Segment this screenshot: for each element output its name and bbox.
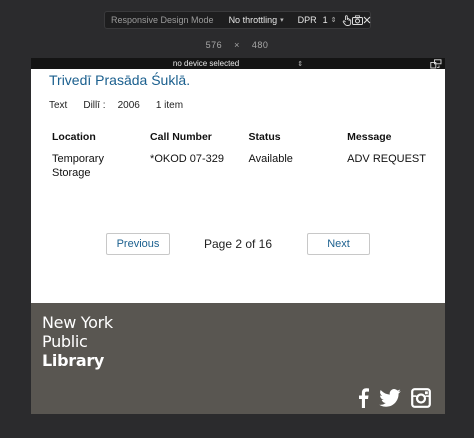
- device-viewport: no device selected ⇕ Trivedī Prasāda Śuk…: [31, 58, 445, 414]
- up-down-caret-icon: ⇕: [297, 60, 304, 68]
- screenshot-icon[interactable]: [351, 12, 363, 28]
- status-cell: Available: [248, 153, 293, 165]
- up-down-caret-icon: ⇕: [330, 17, 337, 24]
- record-meta: Text Dillī : 2006 1 item: [49, 100, 199, 111]
- viewport-width[interactable]: 576: [206, 40, 223, 50]
- pagination: Page 2 of 16 Previous Next: [31, 233, 445, 257]
- responsive-design-toolbar: Responsive Design Mode No throttling ▾ D…: [104, 11, 371, 29]
- site-footer: New York Public Library: [31, 303, 445, 414]
- column-header-location: Location: [52, 131, 96, 143]
- throttling-label: No throttling: [228, 15, 278, 25]
- holdings-table: Location Call Number Status Message Temp…: [46, 128, 445, 180]
- record-item-count: 1 item: [155, 100, 184, 111]
- dropdown-caret-icon: ▾: [280, 17, 284, 24]
- location-line: Temporary: [52, 153, 104, 165]
- viewport-height[interactable]: 480: [252, 40, 269, 50]
- page-info: Page 2 of 16: [203, 237, 273, 251]
- record-year: 2006: [117, 100, 140, 111]
- logo-line: New York: [42, 313, 113, 332]
- location-cell: Temporary Storage: [46, 149, 144, 180]
- location-line: Storage: [52, 167, 91, 179]
- next-button[interactable]: Next: [307, 233, 370, 255]
- table-row: Temporary Storage *OKOD 07-329 Available…: [46, 149, 445, 180]
- dpr-label: DPR: [297, 15, 317, 25]
- nypl-logo[interactable]: New York Public Library: [42, 313, 113, 370]
- logo-line: Library: [42, 351, 105, 370]
- message-cell: ADV REQUEST: [347, 153, 426, 165]
- record-title[interactable]: Trivedī Prasāda Śuklā.: [49, 72, 190, 88]
- column-header-status: Status: [248, 131, 281, 143]
- record-place: Dillī :: [83, 100, 106, 111]
- toolbar-title: Responsive Design Mode: [111, 15, 214, 25]
- social-links: [347, 388, 431, 408]
- logo-line: Public: [42, 332, 88, 351]
- record-type: Text: [49, 100, 68, 111]
- table-header-row: Location Call Number Status Message: [46, 128, 445, 149]
- device-bar: no device selected ⇕: [31, 58, 445, 69]
- device-label: no device selected: [172, 59, 240, 68]
- touch-icon[interactable]: [342, 12, 352, 28]
- column-header-message: Message: [347, 131, 392, 143]
- close-icon[interactable]: [363, 12, 371, 28]
- call-number-cell: *OKOD 07-329: [150, 153, 225, 165]
- viewport-dimensions: 576 × 480: [0, 40, 474, 50]
- device-select[interactable]: no device selected ⇕: [173, 59, 303, 68]
- rotate-icon[interactable]: [430, 58, 442, 69]
- throttling-select[interactable]: No throttling ▾: [224, 15, 289, 25]
- previous-button[interactable]: Previous: [106, 233, 170, 255]
- instagram-icon[interactable]: [411, 388, 431, 408]
- facebook-icon[interactable]: [357, 388, 369, 408]
- column-header-call-number: Call Number: [150, 131, 212, 143]
- dimension-separator: ×: [234, 40, 240, 50]
- twitter-icon[interactable]: [379, 389, 401, 407]
- dpr-select[interactable]: DPR 1 ⇕: [293, 15, 342, 25]
- dpr-value: 1: [322, 15, 328, 25]
